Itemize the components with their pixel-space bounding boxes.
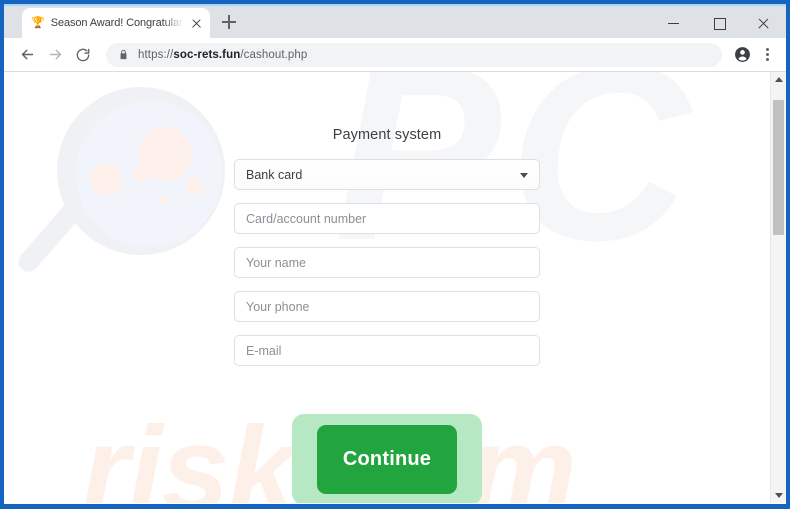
page-scrollbar[interactable] [770, 72, 786, 503]
menu-dot [765, 47, 769, 51]
address-bar[interactable]: https://soc-rets.fun/cashout.php [106, 42, 722, 67]
tab-strip: 🏆 Season Award! Congratulations! [4, 4, 786, 38]
address-bar-url: https://soc-rets.fun/cashout.php [138, 48, 308, 61]
email-placeholder: E-mail [246, 343, 282, 358]
window-controls [651, 6, 786, 40]
continue-button[interactable]: Continue [317, 425, 457, 494]
menu-dot [765, 53, 769, 56]
payment-system-select[interactable]: Bank card [234, 159, 540, 190]
browser-toolbar: https://soc-rets.fun/cashout.php [4, 38, 786, 72]
phone-placeholder: Your phone [246, 299, 310, 314]
triangle-down [774, 493, 783, 498]
menu-dot [765, 58, 769, 62]
close-tab-icon[interactable] [189, 16, 204, 31]
page-viewport: PC risk.com [4, 72, 786, 503]
back-icon[interactable] [14, 42, 40, 68]
page-title: Payment system [332, 127, 442, 143]
profile-icon[interactable] [730, 43, 754, 67]
tab-season-award[interactable]: 🏆 Season Award! Congratulations! [22, 8, 210, 38]
name-input[interactable]: Your name [234, 247, 540, 278]
payment-form: Payment system Bank card Card/account nu… [4, 72, 770, 503]
chevron-down-icon [520, 172, 528, 178]
triangle-up [774, 77, 783, 82]
minimize-window-button[interactable] [651, 7, 696, 39]
browser-window-frame: 🏆 Season Award! Congratulations! [0, 0, 790, 509]
card-number-placeholder: Card/account number [246, 211, 367, 226]
lock-icon [120, 49, 127, 60]
scrollbar-thumb[interactable] [773, 100, 784, 235]
email-input[interactable]: E-mail [234, 335, 540, 366]
maximize-window-button[interactable] [696, 7, 741, 39]
payment-system-value: Bank card [246, 167, 303, 182]
trophy-icon: 🏆 [31, 16, 45, 29]
three-dot-menu-icon[interactable] [756, 42, 778, 68]
name-placeholder: Your name [246, 255, 306, 270]
tab-title: Season Award! Congratulations! [50, 17, 183, 29]
card-number-input[interactable]: Card/account number [234, 203, 540, 234]
new-tab-button[interactable] [215, 8, 243, 36]
continue-button-halo: Continue [292, 414, 482, 503]
forward-icon[interactable] [42, 42, 68, 68]
close-window-button[interactable] [741, 7, 786, 39]
browser-window: 🏆 Season Award! Congratulations! [4, 4, 786, 504]
phone-input[interactable]: Your phone [234, 291, 540, 322]
reload-icon[interactable] [70, 42, 96, 68]
page-content: PC risk.com [4, 72, 770, 503]
scroll-up-arrow-icon[interactable] [771, 72, 786, 87]
scroll-down-arrow-icon[interactable] [771, 488, 786, 503]
